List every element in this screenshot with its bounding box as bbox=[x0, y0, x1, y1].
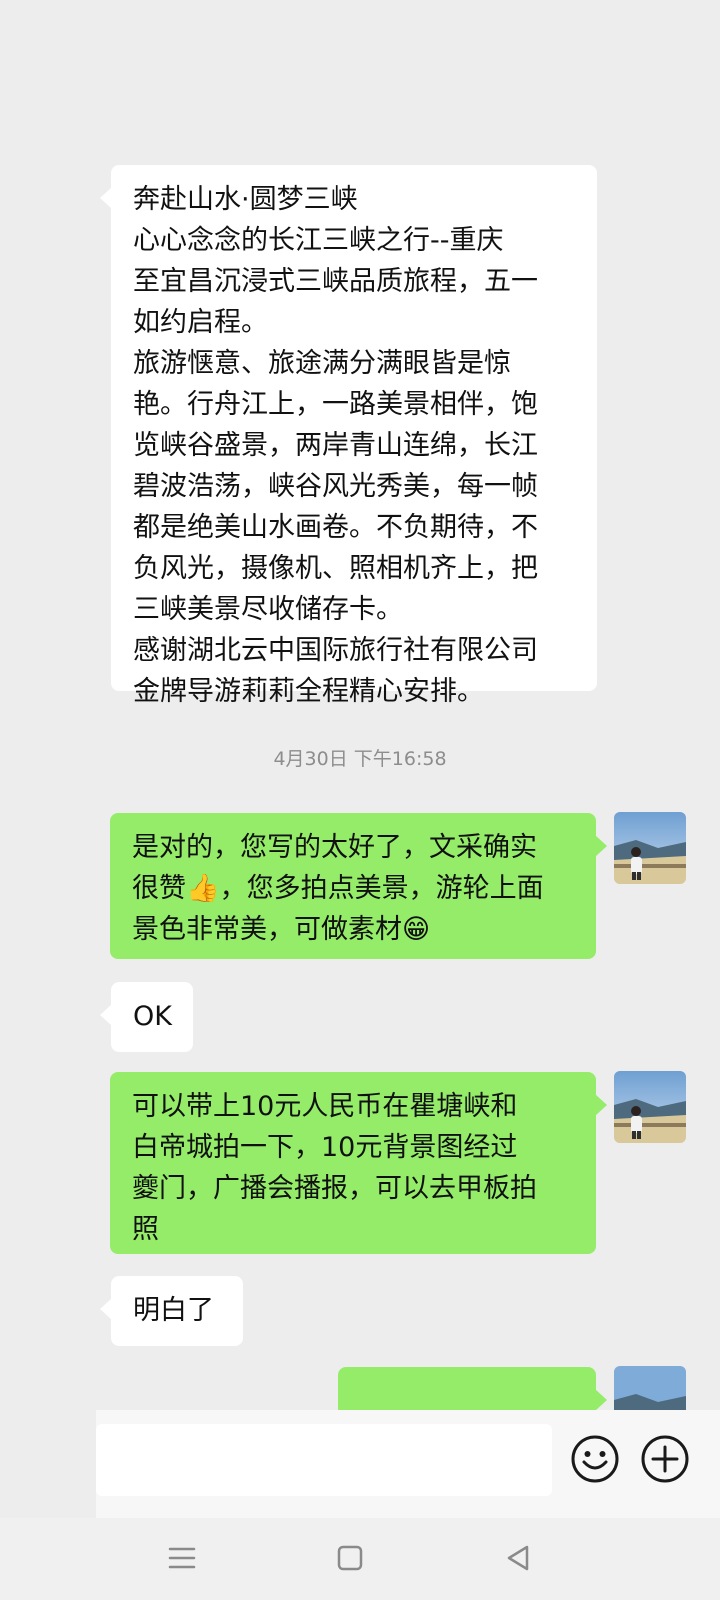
emoji-icon[interactable] bbox=[568, 1432, 622, 1486]
plus-icon[interactable] bbox=[638, 1432, 692, 1486]
message-bubble-incoming[interactable]: 奔赴山水·圆梦三峡 心心念念的长江三峡之行--重庆 至宜昌沉浸式三峡品质旅程，五… bbox=[100, 165, 597, 707]
message-bubble-outgoing[interactable]: 可以带上10元人民币在瞿塘峡和 白帝城拍一下，10元背景图经过 夔门，广播会播报… bbox=[110, 1072, 607, 1254]
system-navigation-bar bbox=[0, 1518, 720, 1600]
message-timestamp: 4月30日 下午16:58 bbox=[273, 748, 447, 770]
home-icon[interactable] bbox=[328, 1536, 372, 1580]
user-avatar[interactable] bbox=[614, 1366, 686, 1410]
message-bubble-incoming[interactable]: OK bbox=[100, 982, 193, 1052]
message-input[interactable] bbox=[96, 1424, 552, 1496]
avatar-photo bbox=[614, 1366, 686, 1410]
avatar-photo bbox=[614, 812, 686, 884]
message-bubble-outgoing[interactable] bbox=[338, 1367, 607, 1410]
input-bar bbox=[96, 1410, 720, 1518]
avatar-photo bbox=[614, 1071, 686, 1143]
chat-history[interactable]: 奔赴山水·圆梦三峡 心心念念的长江三峡之行--重庆 至宜昌沉浸式三峡品质旅程，五… bbox=[0, 0, 720, 1410]
message-bubble-outgoing[interactable]: 是对的，您写的太好了，文采确实 很赞👍，您多拍点美景，游轮上面 景色非常美，可做… bbox=[110, 813, 607, 959]
menu-icon[interactable] bbox=[160, 1536, 204, 1580]
back-icon[interactable] bbox=[496, 1536, 540, 1580]
user-avatar[interactable] bbox=[614, 1071, 686, 1143]
message-bubble-incoming[interactable]: 明白了 bbox=[100, 1276, 243, 1346]
user-avatar[interactable] bbox=[614, 812, 686, 884]
